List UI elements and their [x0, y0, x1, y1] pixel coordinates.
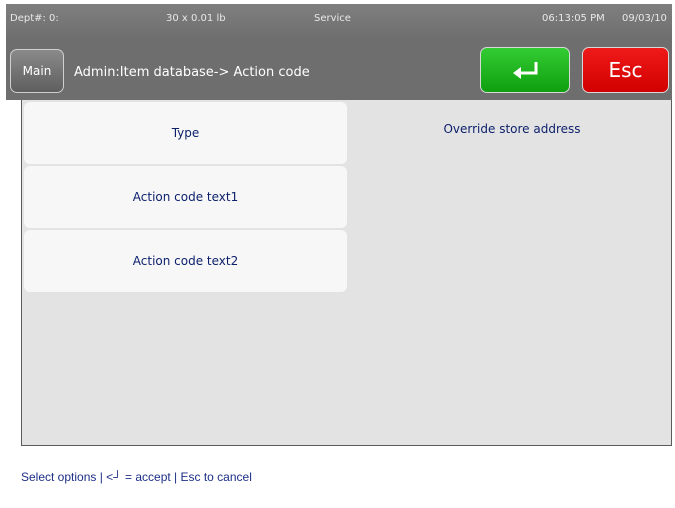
current-value-display: Override store address	[443, 122, 581, 136]
weight-indicator: 30 x 0.01 lb	[166, 13, 226, 24]
dept-indicator: Dept#: 0:	[10, 13, 59, 24]
options-panel: Type Action code text1 Action code text2…	[21, 100, 672, 446]
time-display: 06:13:05 PM	[542, 13, 605, 24]
mode-indicator: Service	[314, 13, 351, 24]
scale-screen: Dept#: 0: 30 x 0.01 lb Service 06:13:05 …	[6, 4, 672, 500]
footer-hint: Select options | <┘ = accept | Esc to ca…	[21, 470, 252, 484]
option-action-code-text2[interactable]: Action code text2	[24, 230, 347, 292]
header-bar: Main Admin:Item database-> Action code E…	[6, 38, 672, 100]
esc-button[interactable]: Esc	[582, 47, 669, 93]
date-display: 09/03/10	[622, 13, 667, 24]
option-type[interactable]: Type	[24, 102, 347, 164]
option-action-code-text1[interactable]: Action code text1	[24, 166, 347, 228]
footer: Select options | <┘ = accept | Esc to ca…	[6, 446, 672, 500]
breadcrumb: Admin:Item database-> Action code	[74, 65, 310, 80]
enter-arrow-icon	[513, 62, 538, 79]
accept-button[interactable]	[480, 47, 570, 93]
status-bar: Dept#: 0: 30 x 0.01 lb Service 06:13:05 …	[6, 4, 672, 38]
main-button[interactable]: Main	[10, 49, 64, 93]
